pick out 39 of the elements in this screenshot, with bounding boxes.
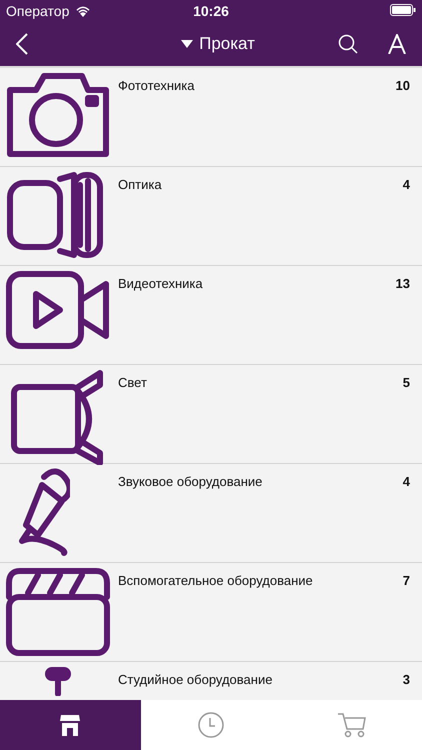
category-name: Вспомогательное оборудование [118,572,314,590]
camera-icon [6,72,110,158]
category-row[interactable]: Оптика 4 [0,167,422,266]
item-count: 13 [396,275,411,293]
category-name: Видеотехника [118,275,204,293]
battery-icon [390,4,416,16]
video-camera-icon [5,270,110,350]
item-count: 5 [402,374,411,392]
category-row[interactable]: Свет 5 [0,365,422,464]
category-name: Звуковое оборудование [118,473,264,491]
item-count: 4 [402,176,411,194]
letter-icon [388,34,406,54]
category-row[interactable]: Вспомогательное оборудование 7 [0,563,422,662]
search-icon [338,34,358,54]
item-count: 7 [402,572,411,590]
category-name: Фототехника [118,77,196,95]
back-icon [16,33,28,55]
carrier-name: Оператор [6,3,70,19]
category-row[interactable]: Фототехника 10 [0,68,422,167]
category-name: Студийное оборудование [118,671,274,689]
category-name: Оптика [118,176,163,194]
lamp-icon [10,369,104,465]
wifi-icon [75,5,92,17]
item-count: 3 [402,671,411,689]
caret-icon [181,40,194,48]
clapperboard-icon [5,567,111,657]
item-count: 4 [402,473,411,491]
clock-icon [197,711,225,739]
category-row[interactable]: Видеотехника 13 [0,266,422,365]
tab[interactable] [0,700,141,750]
category-row[interactable]: Звуковое оборудование 4 [0,464,422,563]
lens-icon [6,171,104,259]
stand-icon [44,666,72,696]
section-dropdown[interactable]: Прокат [177,30,259,58]
item-count: 10 [396,77,411,95]
cart-icon [336,712,367,738]
category-name: Свет [118,374,148,392]
storefront-icon [59,713,82,737]
status-time: 10:26 [193,3,229,19]
